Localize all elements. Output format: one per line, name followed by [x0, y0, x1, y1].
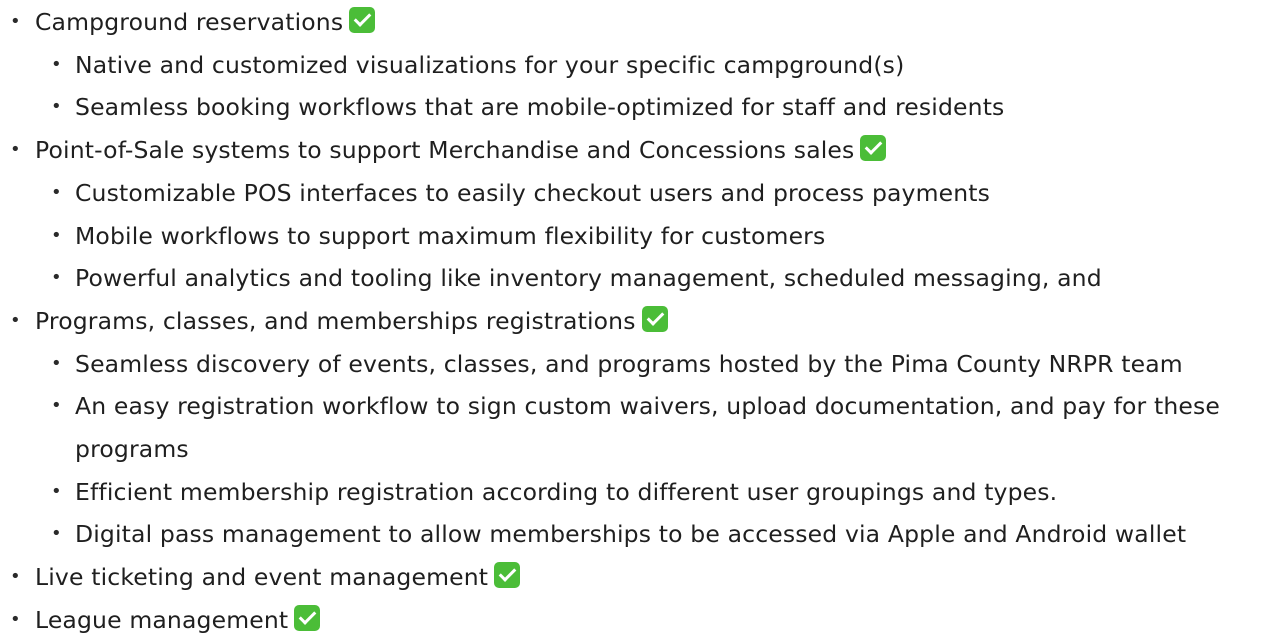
sub-list-item: • Efficient membership registration acco…: [0, 471, 1283, 514]
bullet-icon: •: [51, 224, 62, 246]
bullet-icon: •: [10, 608, 21, 630]
bullet-icon: •: [51, 53, 62, 75]
sub-list-item-text: An easy registration workflow to sign cu…: [75, 392, 1221, 464]
sub-list-item-text: Customizable POS interfaces to easily ch…: [75, 178, 991, 207]
list-item-campground-reservations: • Campground reservations: [0, 1, 1283, 44]
bullet-icon: •: [51, 267, 62, 289]
check-mark-button-icon: [860, 135, 887, 162]
sub-list-item-text: Mobile workflows to support maximum flex…: [75, 221, 826, 250]
sub-list-item-text: Seamless discovery of events, classes, a…: [75, 349, 1183, 378]
feature-list: • Campground reservations • Native and c…: [0, 1, 1283, 642]
sub-list-item: • Seamless booking workflows that are mo…: [0, 86, 1283, 129]
sub-list-item: • Seamless discovery of events, classes,…: [0, 343, 1283, 386]
list-item-text: Point-of-Sale systems to support Merchan…: [35, 136, 855, 165]
bullet-icon: •: [51, 181, 62, 203]
list-item-live-ticketing: • Live ticketing and event management: [0, 556, 1283, 599]
bullet-icon: •: [51, 352, 62, 374]
check-mark-button-icon: [349, 7, 376, 33]
check-mark-button-icon: [294, 604, 321, 631]
sub-list-item: • Native and customized visualizations f…: [0, 44, 1283, 87]
bullet-icon: •: [10, 11, 21, 32]
sub-list-item: • Customizable POS interfaces to easily …: [0, 172, 1283, 215]
bullet-icon: •: [10, 309, 21, 331]
list-item-text: Programs, classes, and memberships regis…: [35, 306, 636, 335]
sub-list-item-text: Native and customized visualizations for…: [75, 50, 905, 79]
list-item-text: League management: [35, 605, 289, 634]
sub-list-item-text: Efficient membership registration accord…: [75, 477, 1058, 506]
bullet-icon: •: [10, 139, 21, 161]
feature-list-document: • Campground reservations • Native and c…: [0, 0, 1283, 642]
sub-list-item: • An easy registration workflow to sign …: [0, 385, 1283, 470]
list-item-point-of-sale: • Point-of-Sale systems to support Merch…: [0, 129, 1283, 172]
bullet-icon: •: [51, 96, 62, 118]
list-item-programs-registrations: • Programs, classes, and memberships reg…: [0, 300, 1283, 343]
sub-list-item-text: Seamless booking workflows that are mobi…: [75, 93, 1005, 122]
bullet-icon: •: [51, 523, 62, 545]
list-item-league-management: • League management: [0, 599, 1283, 642]
sub-list-item: • Digital pass management to allow membe…: [0, 513, 1283, 556]
bullet-icon: •: [51, 395, 62, 417]
list-item-text: Campground reservations: [35, 8, 344, 36]
sub-list-item: • Powerful analytics and tooling like in…: [0, 257, 1283, 300]
bullet-icon: •: [51, 480, 62, 502]
sub-list-item-text: Digital pass management to allow members…: [75, 520, 1187, 549]
list-item-text: Live ticketing and event management: [35, 563, 489, 592]
sub-list-item: • Mobile workflows to support maximum fl…: [0, 215, 1283, 258]
bullet-icon: •: [10, 566, 21, 588]
sub-list-item-text: Powerful analytics and tooling like inve…: [75, 264, 1102, 293]
check-mark-button-icon: [641, 305, 668, 332]
check-mark-button-icon: [494, 562, 521, 589]
